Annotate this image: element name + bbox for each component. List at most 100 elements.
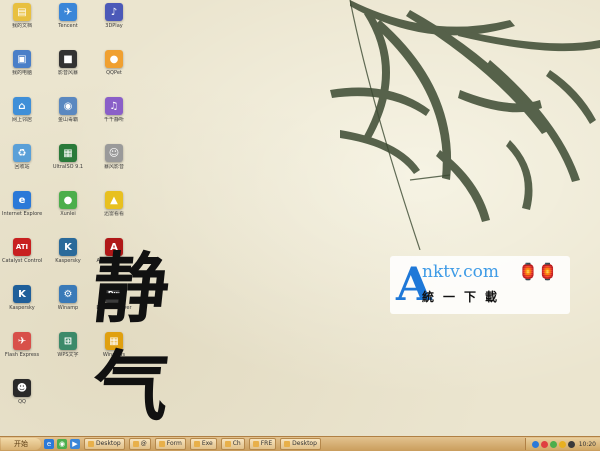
desktop-icon[interactable]: ☻ QQ — [4, 379, 40, 405]
system-tray: 10:20 — [524, 438, 600, 450]
window-icon — [132, 441, 139, 447]
task-list: Desktop @ Form Exe Ch FRE Desktop — [80, 438, 321, 450]
tray-icon[interactable] — [540, 440, 548, 448]
desktop-icon[interactable]: ATI Catalyst Control — [2, 238, 42, 264]
desktop-icon-label: Kaspersky — [55, 258, 81, 264]
tray-icon[interactable] — [567, 440, 575, 448]
taskbar-button[interactable]: Desktop — [84, 438, 125, 450]
tray-icon[interactable] — [558, 440, 566, 448]
window-icon — [252, 441, 259, 447]
taskbar-button[interactable]: Desktop — [280, 438, 321, 450]
taskbar-button[interactable]: Ch — [220, 438, 245, 450]
window-icon — [193, 441, 200, 447]
lantern-icon: 🏮🏮 — [518, 262, 558, 281]
desktop-icon-label: 我的电脑 — [11, 70, 32, 76]
storm-player-icon: ☺ — [105, 144, 123, 162]
taskbar-button-label: FRE — [260, 440, 273, 447]
quick-launch-icon[interactable]: e — [44, 439, 54, 449]
desktop-icon-label: UltraISO 9.1 — [52, 164, 84, 170]
calligraphy-char-1: 静 — [88, 244, 174, 333]
tencent-icon: ✈ — [59, 3, 77, 21]
desktop-icon-label: 千千静听 — [103, 117, 124, 123]
start-button[interactable]: 开始 — [1, 438, 41, 450]
desktop-icon[interactable]: ⌂ 网上邻居 — [4, 97, 40, 123]
desktop-icon-label: 网上邻居 — [11, 117, 32, 123]
tray-icon[interactable] — [549, 440, 557, 448]
desktop-icon[interactable]: e Internet Explorer — [2, 191, 42, 217]
desktop-icon-label: Tencent — [58, 23, 78, 29]
taskbar-button-label: Exe — [201, 440, 213, 447]
wps-icon: ⊞ — [59, 332, 77, 350]
taskbar-button-label: Desktop — [292, 440, 317, 447]
qq-pet-icon: ● — [105, 50, 123, 68]
desktop-icon[interactable]: ♻ 回收站 — [4, 144, 40, 170]
watermark-domain: nktv.com — [422, 262, 499, 282]
window-icon — [284, 441, 291, 447]
ultraiso-icon: ▦ — [59, 144, 77, 162]
taskbar-button-label: Form — [166, 440, 182, 447]
clock[interactable]: 10:20 — [579, 441, 596, 448]
desktop-icon[interactable]: ▤ 我的文档 — [4, 3, 40, 29]
desktop-icon[interactable]: ✈ Tencent — [50, 3, 86, 29]
window-icon — [158, 441, 165, 447]
desktop-icon[interactable]: ● QQPet — [96, 50, 132, 76]
desktop-icon-label: WPS文字 — [57, 352, 79, 358]
video-player-icon: ■ — [59, 50, 77, 68]
desktop-icon[interactable]: ✈ Flash Express — [4, 332, 40, 358]
desktop-icon-label: 3DPlay — [105, 23, 123, 29]
desktop-icon[interactable]: ■ 影音风暴 — [50, 50, 86, 76]
taskbar-button[interactable]: Exe — [189, 438, 217, 450]
desktop-icon-label: QQPet — [106, 70, 122, 76]
desktop-icon-label: Catalyst Control — [2, 258, 42, 264]
my-documents-icon: ▤ — [13, 3, 31, 21]
desktop-icon[interactable]: ♪ 3DPlay — [96, 3, 132, 29]
xunlei-icon: ● — [59, 191, 77, 209]
desktop-icon[interactable]: K Kaspersky — [50, 238, 86, 264]
bamboo-wallpaper-art — [330, 0, 600, 250]
desktop-icon-label: Xunlei — [60, 211, 76, 217]
ati-icon: ATI — [13, 238, 31, 256]
kankan-icon: ▲ — [105, 191, 123, 209]
quick-launch-icon[interactable]: ◉ — [57, 439, 67, 449]
window-icon — [88, 441, 94, 447]
qq-icon: ☻ — [13, 379, 31, 397]
desktop-icon[interactable]: ♫ 千千静听 — [96, 97, 132, 123]
taskbar-button[interactable]: FRE — [248, 438, 277, 450]
desktop-icon-label: 暴风影音 — [103, 164, 124, 170]
taskbar-button-label: @ — [140, 440, 147, 447]
taskbar: 开始 e ◉ ▶ Desktop @ Form Exe Ch FRE Desktop 10:20 — [0, 436, 600, 451]
taskbar-button[interactable]: @ — [128, 438, 151, 450]
desktop-icon-label: Flash Express — [4, 352, 40, 358]
desktop-icon-label: Winamp — [57, 305, 79, 311]
recycle-bin-icon: ♻ — [13, 144, 31, 162]
kaspersky-icon: K — [59, 238, 77, 256]
taskbar-button-label: Ch — [232, 440, 241, 447]
kaspersky-2-icon: K — [13, 285, 31, 303]
quick-launch: e ◉ ▶ — [41, 439, 80, 449]
desktop-icon-label: 回收站 — [14, 164, 30, 170]
flash-icon: ✈ — [13, 332, 31, 350]
desktop-icon[interactable]: ● Xunlei — [50, 191, 86, 217]
tray-icon[interactable] — [531, 440, 539, 448]
taskbar-button-label: Desktop — [96, 440, 121, 447]
network-icon: ⌂ — [13, 97, 31, 115]
desktop-icon-label: QQ — [18, 399, 26, 405]
internet-explorer-icon: e — [13, 191, 31, 209]
desktop-icon[interactable]: ◉ 金山毒霸 — [50, 97, 86, 123]
start-label: 开始 — [14, 440, 28, 448]
watermark-slogan: 統一下載 — [422, 290, 507, 304]
desktop-icon[interactable]: ▦ UltraISO 9.1 — [50, 144, 86, 170]
desktop: ▤ 我的文档 ✈ Tencent ♪ 3DPlay ▣ 我的电脑 ■ 影音风暴 ● QQPet ⌂ 网上邻… — [0, 0, 600, 436]
site-watermark: A nktv.com 統一下載 🏮🏮 — [390, 256, 570, 314]
desktop-icon[interactable]: ⚙ Winamp — [50, 285, 86, 311]
quick-launch-icon[interactable]: ▶ — [70, 439, 80, 449]
taskbar-button[interactable]: Form — [154, 438, 186, 450]
desktop-icon[interactable]: ☺ 暴风影音 — [96, 144, 132, 170]
desktop-icon[interactable]: ▣ 我的电脑 — [4, 50, 40, 76]
antivirus-icon: ◉ — [59, 97, 77, 115]
desktop-icon-label: 迅雷看看 — [103, 211, 124, 217]
media-player-icon: ♪ — [105, 3, 123, 21]
desktop-icon-label: Internet Explorer — [2, 211, 42, 217]
desktop-icon[interactable]: ▲ 迅雷看看 — [96, 191, 132, 217]
desktop-icon[interactable]: K Kaspersky — [4, 285, 40, 311]
